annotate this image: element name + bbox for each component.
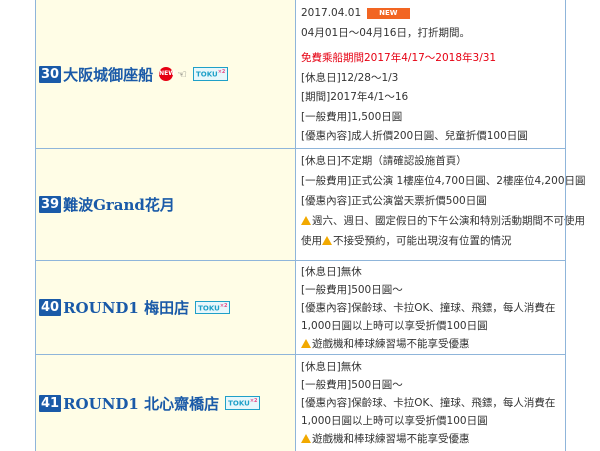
table-border-left xyxy=(35,0,36,451)
info-line: 1,000日圓以上時可以享受折價100日圓 xyxy=(301,320,488,332)
info-line: [休息日]12/28～1/3 xyxy=(301,71,399,84)
info-line: [一般費用]500日圓～ xyxy=(301,379,403,391)
info-line: [優惠內容]保齡球、卡拉OK、撞球、飛鏢，每人消費在 xyxy=(301,397,556,409)
store-name: 大阪城御座船 xyxy=(63,65,154,84)
store-info-cell: [休息日]無休 [一般費用]500日圓～ [優惠內容]保齡球、卡拉OK、撞球、飛… xyxy=(296,261,565,354)
store-title[interactable]: 40 ROUND1 梅田店 TOKU×2 xyxy=(39,297,231,318)
info-line: 04月01日～04月16日，打折期間。 xyxy=(301,26,470,39)
pointer-hand-icon: ☜ xyxy=(177,67,187,81)
warning-icon xyxy=(301,434,311,443)
new-badge: NEW xyxy=(159,67,175,81)
store-info-cell: [休息日]無休 [一般費用]500日圓～ [優惠內容]保齡球、卡拉OK、撞球、飛… xyxy=(296,355,565,451)
store-info-cell: [休息日]不定期（請確認設施首頁） [一般費用]正式公演 1樓座位4,700日圓… xyxy=(296,149,586,260)
store-name: 難波Grand花月 xyxy=(63,196,175,214)
store-title[interactable]: 41 ROUND1 北心齋橋店 TOKU×2 xyxy=(39,393,261,414)
info-line: [休息日]不定期（請確認設施首頁） xyxy=(301,155,467,167)
table-border-right xyxy=(565,0,566,451)
store-name-cell: 41 ROUND1 北心齋橋店 TOKU×2 xyxy=(35,355,296,451)
info-line: [優惠內容]正式公演當天票折價500日圓 xyxy=(301,195,487,207)
store-name: ROUND1 北心齋橋店 xyxy=(63,394,220,413)
store-title[interactable]: 39 難波Grand花月 xyxy=(39,194,175,215)
store-number: 39 xyxy=(39,196,62,213)
toku-badge: TOKU×2 xyxy=(225,396,261,410)
store-info-cell: 2017.04.01 NEW 04月01日～04月16日，打折期間。 免費乘船期間… xyxy=(296,0,565,148)
store-name-cell: 30 大阪城御座船 NEW ☜ TOKU×2 xyxy=(35,0,296,148)
table-row: 40 ROUND1 梅田店 TOKU×2 [休息日]無休 [一般費用]500日圓… xyxy=(35,261,565,355)
warning-icon xyxy=(301,216,311,225)
table-row: 30 大阪城御座船 NEW ☜ TOKU×2 2017.04.01 NEW 04月… xyxy=(35,0,565,149)
warning-line: 遊戲機和棒球練習場不能享受優惠 xyxy=(301,335,565,353)
info-line: [優惠內容]保齡球、卡拉OK、撞球、飛鏢，每人消費在 xyxy=(301,302,556,314)
warning-line: 週六、週日、國定假日的下午公演和特別活動期間不可使用 xyxy=(301,211,585,231)
info-line: 1,000日圓以上時可以享受折價100日圓 xyxy=(301,415,488,427)
table-row: 41 ROUND1 北心齋橋店 TOKU×2 [休息日]無休 [一般費用]500… xyxy=(35,355,565,451)
date-line: 2017.04.01 NEW xyxy=(301,4,565,24)
info-line: [休息日]無休 xyxy=(301,361,362,373)
store-number: 40 xyxy=(39,299,62,316)
warning-line: 使用 不接受預約，可能出現沒有位置的情況 xyxy=(301,235,512,247)
free-period-line: 免費乘船期間2017年4/17～2018年3/31 xyxy=(301,52,497,64)
info-line: [優惠內容]成人折價200日圓、兒童折價100日圓 xyxy=(301,130,528,142)
warning-icon xyxy=(301,339,311,348)
store-title[interactable]: 30 大阪城御座船 NEW ☜ TOKU×2 xyxy=(39,64,229,85)
info-line: [一般費用]1,500日圓 xyxy=(301,110,403,123)
toku-badge: TOKU×2 xyxy=(192,67,229,81)
toku-badge: TOKU×2 xyxy=(195,300,231,315)
facility-table: 30 大阪城御座船 NEW ☜ TOKU×2 2017.04.01 NEW 04月… xyxy=(0,0,600,451)
store-name: ROUND1 梅田店 xyxy=(63,299,190,317)
warning-line: 遊戲機和棒球練習場不能享受優惠 xyxy=(301,430,565,448)
store-name-cell: 40 ROUND1 梅田店 TOKU×2 xyxy=(35,261,296,354)
new-tag: NEW xyxy=(367,7,410,19)
info-line: [一般費用]500日圓～ xyxy=(301,284,403,296)
warning-icon xyxy=(322,236,332,245)
info-line: [一般費用]正式公演 1樓座位4,700日圓、2樓座位4,200日圓 xyxy=(301,175,586,187)
store-number: 41 xyxy=(39,394,62,412)
table-row: 39 難波Grand花月 [休息日]不定期（請確認設施首頁） [一般費用]正式公… xyxy=(35,149,586,261)
store-number: 30 xyxy=(39,65,62,83)
info-line: [期間]2017年4/1～16 xyxy=(301,91,409,103)
info-line: [休息日]無休 xyxy=(301,266,362,278)
store-name-cell: 39 難波Grand花月 xyxy=(35,149,296,260)
